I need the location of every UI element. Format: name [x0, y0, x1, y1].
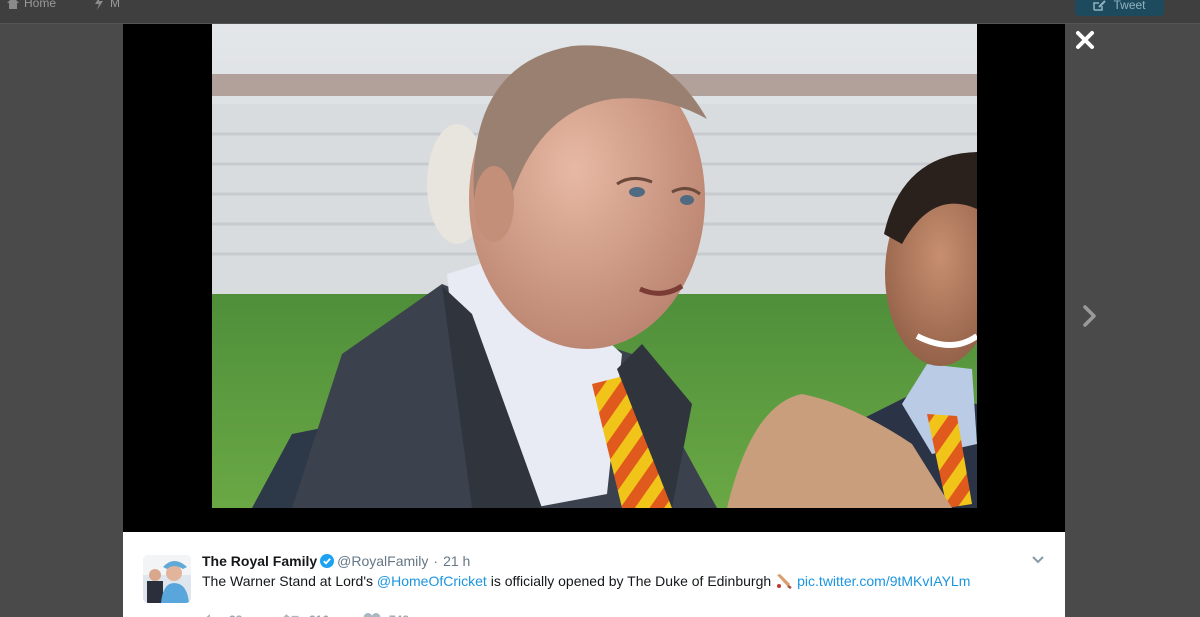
tweet-actions: 28 216 748 — [203, 612, 409, 617]
user-handle[interactable]: @RoyalFamily — [337, 553, 428, 569]
like-count: 748 — [389, 613, 409, 617]
display-name[interactable]: The Royal Family — [202, 553, 317, 569]
compose-icon — [1093, 0, 1107, 11]
top-navigation-bar: Home M Tweet — [0, 0, 1200, 24]
tweet-button[interactable]: Tweet — [1075, 0, 1164, 16]
reply-button[interactable]: 28 — [203, 612, 283, 617]
tweet-text: The Warner Stand at Lord's @HomeOfCricke… — [202, 573, 970, 589]
lightning-icon — [95, 0, 103, 10]
header-separator: · — [433, 553, 439, 569]
tweet-photo[interactable] — [212, 24, 977, 532]
verified-badge-icon — [320, 554, 335, 568]
tweet-text-end: is officially opened by The Duke of Edin… — [486, 573, 772, 589]
close-icon[interactable] — [1072, 27, 1098, 53]
reply-count: 28 — [229, 613, 242, 617]
media-viewer — [123, 24, 1065, 532]
nav-moments-label: M — [110, 0, 120, 10]
mention-link[interactable]: @HomeOfCricket — [377, 573, 487, 589]
nav-moments[interactable]: M — [92, 0, 120, 10]
cricket-bat-icon — [777, 574, 792, 589]
retweet-count: 216 — [309, 613, 329, 617]
tweet-timestamp[interactable]: 21 h — [443, 553, 470, 569]
reply-icon — [206, 614, 210, 617]
chevron-right-icon[interactable] — [1080, 304, 1100, 328]
tweet-text-start: The Warner Stand at Lord's — [202, 573, 377, 589]
heart-icon — [363, 613, 381, 617]
tweet-button-label: Tweet — [1113, 0, 1146, 12]
photo-image — [212, 24, 977, 508]
nav-home[interactable]: Home — [6, 0, 56, 10]
retweet-icon — [283, 614, 299, 617]
home-icon — [7, 0, 19, 9]
pic-link[interactable]: pic.twitter.com/9tMKvIAYLm — [797, 573, 970, 589]
chevron-down-icon[interactable] — [1029, 550, 1047, 568]
tweet-card: The Royal Family @RoyalFamily · 21 h The… — [123, 532, 1065, 617]
tweet-header: The Royal Family @RoyalFamily · 21 h — [202, 553, 470, 569]
media-overlay: The Royal Family @RoyalFamily · 21 h The… — [0, 24, 1200, 617]
nav-home-label: Home — [24, 0, 57, 10]
like-button[interactable]: 748 — [363, 612, 409, 617]
avatar[interactable] — [143, 555, 191, 603]
avatar-image — [143, 555, 191, 603]
retweet-button[interactable]: 216 — [283, 612, 363, 617]
